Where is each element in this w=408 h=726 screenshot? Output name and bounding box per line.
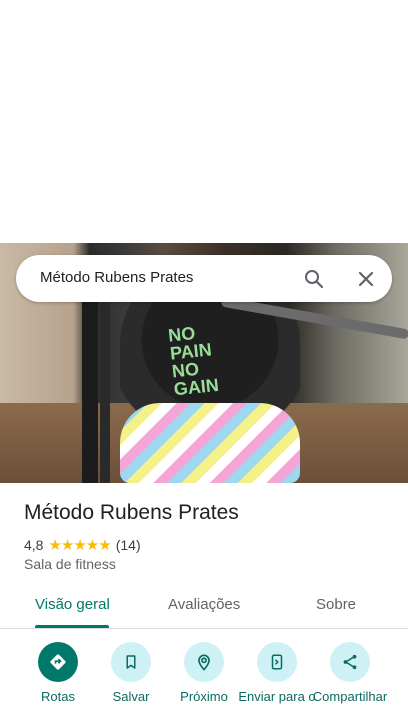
- directions-button[interactable]: Rotas: [18, 640, 98, 704]
- photo-leggings: [120, 403, 300, 483]
- tab-overview[interactable]: Visão geral: [35, 596, 110, 613]
- blank-top-area: [0, 0, 408, 243]
- search-bar[interactable]: Método Rubens Prates: [16, 255, 392, 302]
- directions-icon: [38, 642, 78, 682]
- photo-rack: [82, 283, 98, 483]
- photo-shirt-text: NO PAIN NO GAIN: [167, 322, 220, 400]
- tab-about[interactable]: Sobre: [316, 596, 356, 613]
- tab-active-indicator: [35, 625, 109, 628]
- send-to-phone-icon: [257, 642, 297, 682]
- share-icon: [330, 642, 370, 682]
- nearby-label: Próximo: [180, 689, 228, 704]
- save-label: Salvar: [112, 689, 150, 704]
- place-category[interactable]: Sala de fitness: [24, 556, 116, 572]
- place-title: Método Rubens Prates: [24, 501, 239, 524]
- search-query[interactable]: Método Rubens Prates: [40, 269, 193, 286]
- nearby-button[interactable]: Próximo: [164, 640, 244, 704]
- save-button[interactable]: Salvar: [91, 640, 171, 704]
- rating-row[interactable]: 4,8 ★★★★★ (14): [24, 536, 141, 554]
- close-icon[interactable]: [354, 267, 378, 291]
- nearby-icon: [184, 642, 224, 682]
- reviews-count: (14): [115, 537, 141, 553]
- tab-reviews[interactable]: Avaliações: [168, 596, 240, 613]
- share-button[interactable]: Compartilhar: [310, 640, 390, 704]
- send-to-phone-button[interactable]: Enviar para o: [237, 640, 317, 704]
- action-buttons: Rotas Salvar Próximo Enviar para o Compa…: [0, 640, 408, 726]
- bookmark-icon: [111, 642, 151, 682]
- photo-rack-bar: [100, 303, 110, 483]
- share-label: Compartilhar: [312, 689, 388, 704]
- search-icon[interactable]: [302, 267, 326, 291]
- send-to-phone-label: Enviar para o: [238, 689, 316, 704]
- star-icons: ★★★★★: [48, 537, 111, 554]
- tab-bar: Visão geral Avaliações Sobre: [0, 586, 408, 629]
- rating-value: 4,8: [24, 537, 44, 553]
- directions-label: Rotas: [41, 689, 75, 704]
